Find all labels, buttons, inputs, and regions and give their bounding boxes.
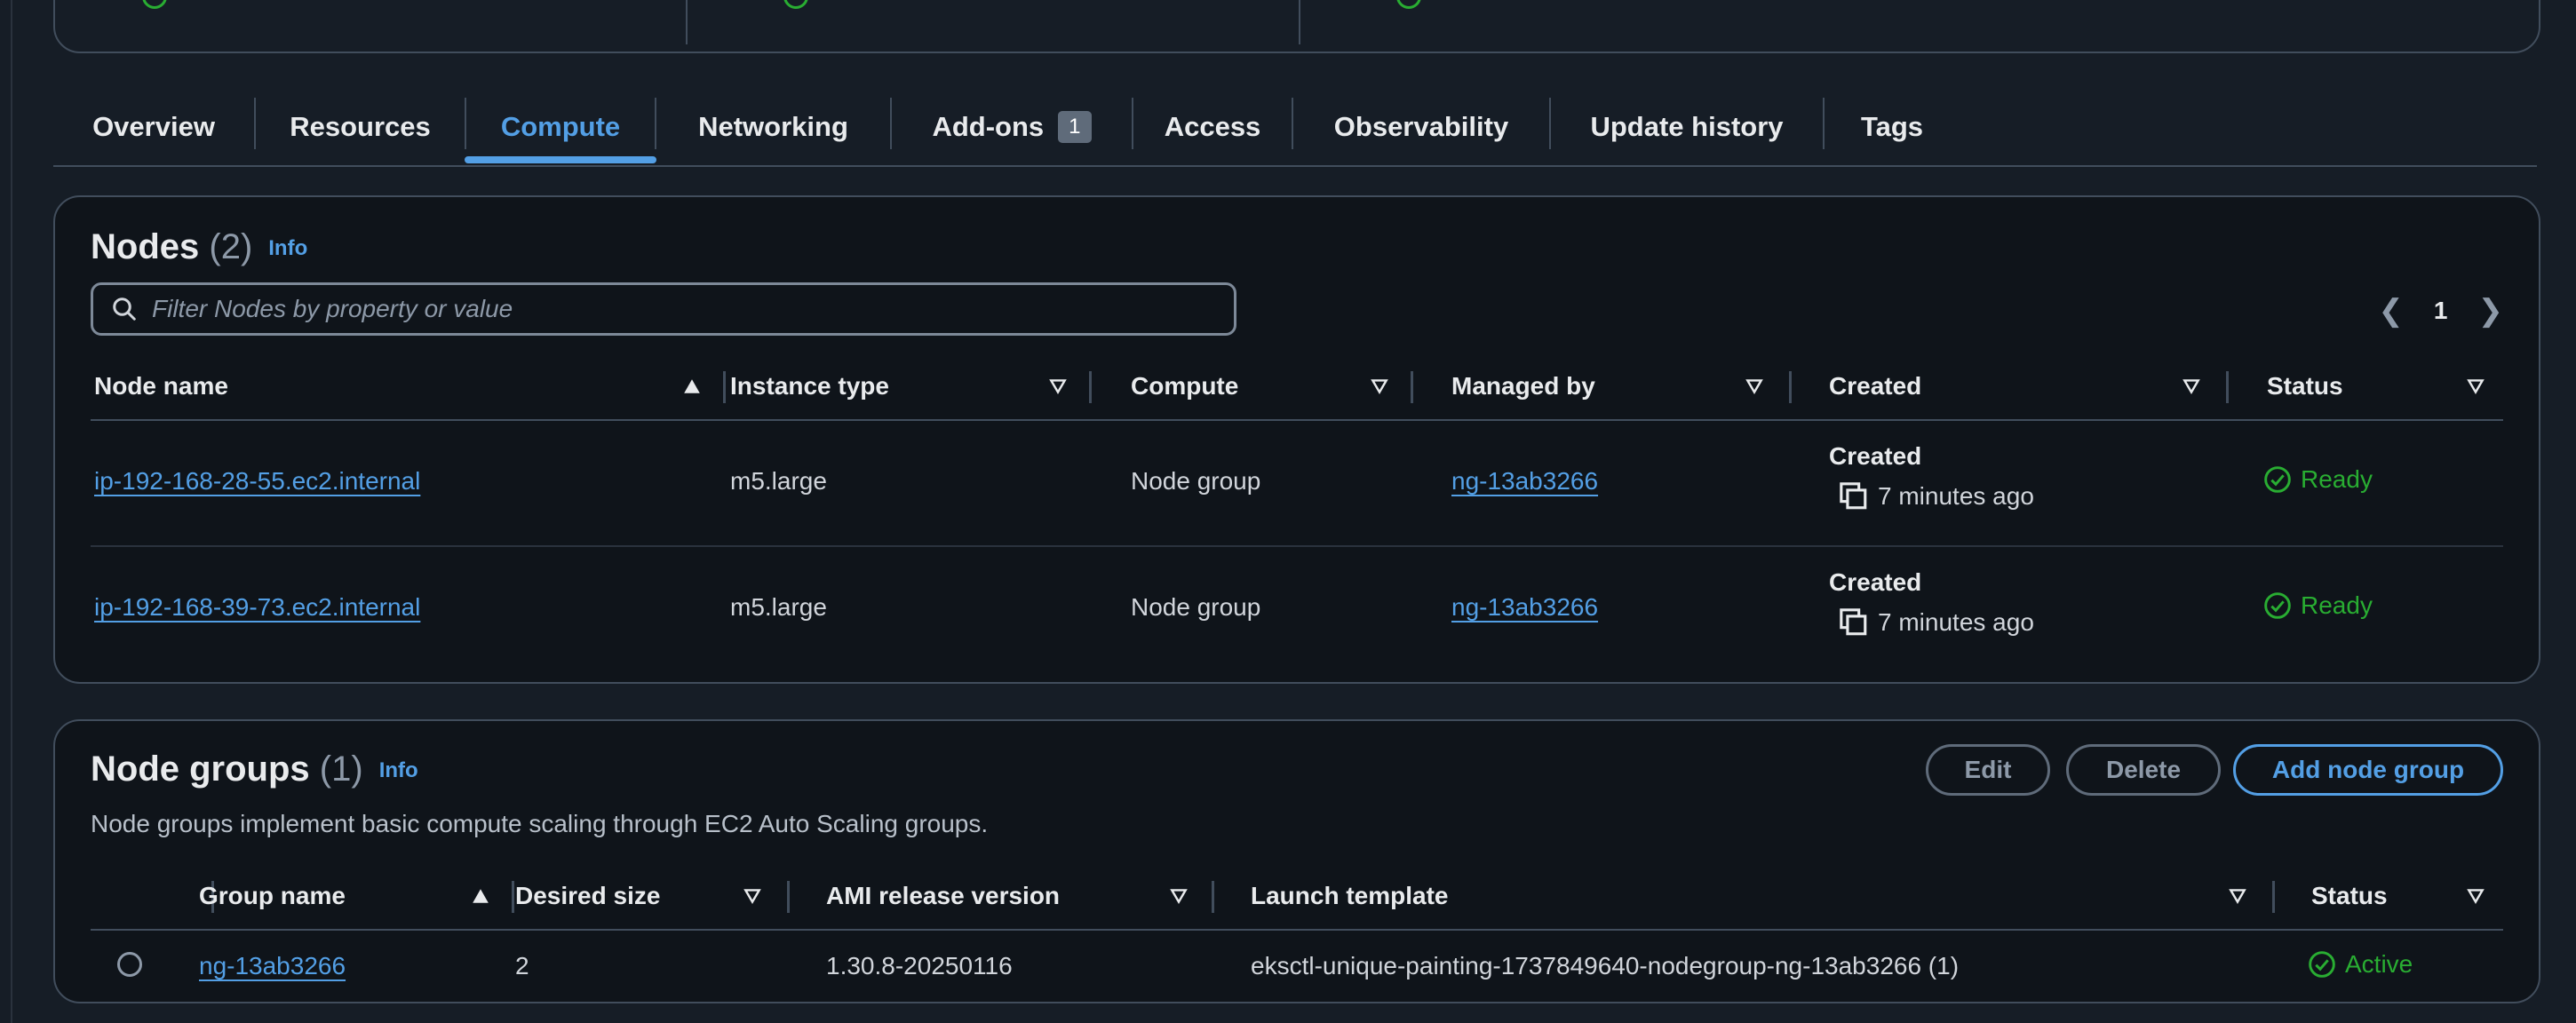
status-dot-icon — [783, 0, 808, 9]
col-managed-by[interactable]: Managed by — [1451, 353, 1595, 419]
status-active: Active — [2308, 950, 2413, 979]
cluster-tabs: Overview Resources Compute Networking Ad… — [53, 89, 2537, 167]
nodes-filter-input[interactable] — [150, 294, 1202, 324]
node-groups-count: (1) — [319, 749, 363, 789]
column-divider[interactable] — [787, 881, 790, 913]
tab-update-history[interactable]: Update history — [1551, 89, 1823, 165]
column-divider[interactable] — [512, 881, 514, 913]
col-instance-type[interactable]: Instance type — [730, 353, 889, 419]
tab-tags[interactable]: Tags — [1825, 89, 1960, 165]
group-name-link[interactable]: ng-13ab3266 — [199, 952, 346, 980]
col-ami-release-version[interactable]: AMI release version — [826, 863, 1060, 929]
tab-observability[interactable]: Observability — [1293, 89, 1549, 165]
column-divider[interactable] — [1789, 371, 1792, 403]
sort-icon[interactable] — [2466, 377, 2485, 396]
nodes-pagination: ❮ 1 ❯ — [2378, 293, 2503, 329]
status-dot-icon — [1396, 0, 1421, 9]
sort-icon[interactable] — [1745, 377, 1764, 396]
created-time: 7 minutes ago — [1839, 481, 2034, 512]
managed-by-link[interactable]: ng-13ab3266 — [1451, 593, 1598, 622]
desired-size: 2 — [515, 952, 529, 979]
check-circle-icon — [2264, 592, 2291, 619]
created-label: Created — [1829, 568, 1922, 596]
sort-icon[interactable] — [1048, 377, 1068, 396]
col-compute[interactable]: Compute — [1131, 353, 1238, 419]
add-node-group-button[interactable]: Add node group — [2233, 744, 2503, 796]
column-divider[interactable] — [2272, 881, 2275, 913]
add-ons-count-badge: 1 — [1058, 111, 1092, 143]
col-group-name[interactable]: Group name — [199, 863, 346, 929]
copy-icon[interactable] — [1839, 481, 1869, 512]
sort-icon[interactable] — [2182, 377, 2201, 396]
col-status[interactable]: Status — [2267, 353, 2343, 419]
compute-type: Node group — [1131, 593, 1261, 621]
created-label: Created — [1829, 442, 1922, 470]
nodes-heading: Nodes (2) Info — [91, 227, 308, 266]
launch-template: eksctl-unique-painting-1737849640-nodegr… — [1251, 952, 1960, 979]
column-divider[interactable] — [1089, 371, 1092, 403]
status-dot-icon — [142, 0, 167, 9]
search-icon — [113, 297, 136, 321]
nodes-filter — [91, 282, 1236, 336]
compute-type: Node group — [1131, 467, 1261, 495]
nodes-count: (2) — [209, 227, 253, 266]
sort-icon[interactable] — [743, 886, 762, 906]
column-divider[interactable] — [723, 371, 726, 403]
instance-type: m5.large — [730, 467, 827, 495]
node-groups-heading: Node groups (1) Info — [91, 749, 418, 789]
tab-add-ons[interactable]: Add-ons 1 — [892, 89, 1132, 165]
node-name-link[interactable]: ip-192-168-39-73.ec2.internal — [94, 593, 420, 622]
check-circle-icon — [2264, 466, 2291, 493]
status-ready: Ready — [2263, 465, 2373, 494]
tab-resources[interactable]: Resources — [256, 89, 465, 165]
tab-overview[interactable]: Overview — [53, 89, 254, 165]
node-groups-panel: Node groups (1) Info Node groups implemen… — [53, 719, 2540, 1003]
instance-type: m5.large — [730, 593, 827, 621]
column-divider[interactable] — [1212, 881, 1214, 913]
row-select-radio[interactable] — [117, 952, 142, 977]
current-page[interactable]: 1 — [2434, 297, 2448, 325]
table-row: ip-192-168-28-55.ec2.internal m5.large N… — [91, 421, 2503, 547]
nodes-panel: Nodes (2)Info ❮ 1 ❯ Node name Instance t… — [53, 195, 2540, 684]
summary-divider — [1299, 0, 1300, 44]
chevron-right-icon[interactable]: ❯ — [2478, 293, 2504, 329]
check-circle-icon — [2309, 951, 2335, 978]
delete-button[interactable]: Delete — [2066, 744, 2221, 796]
sort-ascending-icon[interactable] — [471, 886, 490, 906]
col-launch-template[interactable]: Launch template — [1251, 863, 1448, 929]
cluster-summary-card — [53, 0, 2540, 53]
sort-icon[interactable] — [2228, 886, 2247, 906]
sort-icon[interactable] — [1169, 886, 1189, 906]
managed-by-link[interactable]: ng-13ab3266 — [1451, 467, 1598, 496]
tab-compute[interactable]: Compute — [466, 89, 655, 165]
sort-icon[interactable] — [2466, 886, 2485, 906]
tab-access[interactable]: Access — [1133, 89, 1292, 165]
table-row: ng-13ab3266 2 1.30.8-20250116 eksctl-uni… — [91, 931, 2503, 1000]
col-created[interactable]: Created — [1829, 353, 1921, 419]
created-time: 7 minutes ago — [1839, 607, 2034, 638]
node-name-link[interactable]: ip-192-168-28-55.ec2.internal — [94, 467, 420, 496]
table-row: ip-192-168-39-73.ec2.internal m5.large N… — [91, 547, 2503, 671]
nodes-info-link[interactable]: Info — [268, 236, 307, 260]
summary-divider — [686, 0, 688, 44]
copy-icon[interactable] — [1839, 607, 1869, 638]
ami-release-version: 1.30.8-20250116 — [826, 952, 1013, 979]
col-desired-size[interactable]: Desired size — [515, 863, 660, 929]
edit-button[interactable]: Edit — [1926, 744, 2050, 796]
active-tab-indicator — [465, 156, 656, 163]
column-divider[interactable] — [1411, 371, 1413, 403]
col-node-name[interactable]: Node name — [94, 353, 228, 419]
sort-icon[interactable] — [1370, 377, 1389, 396]
chevron-left-icon[interactable]: ❮ — [2378, 293, 2404, 329]
sort-ascending-icon[interactable] — [682, 377, 702, 396]
tab-networking[interactable]: Networking — [656, 89, 890, 165]
node-groups-table-header: Group name Desired size AMI release vers… — [91, 863, 2503, 931]
status-ready: Ready — [2263, 591, 2373, 620]
node-groups-description: Node groups implement basic compute scal… — [91, 810, 989, 837]
node-groups-info-link[interactable]: Info — [379, 758, 418, 782]
nodes-table-header: Node name Instance type Compute Managed … — [91, 353, 2503, 421]
col-status[interactable]: Status — [2311, 863, 2388, 929]
side-divider — [11, 0, 12, 1023]
column-divider[interactable] — [2226, 371, 2229, 403]
